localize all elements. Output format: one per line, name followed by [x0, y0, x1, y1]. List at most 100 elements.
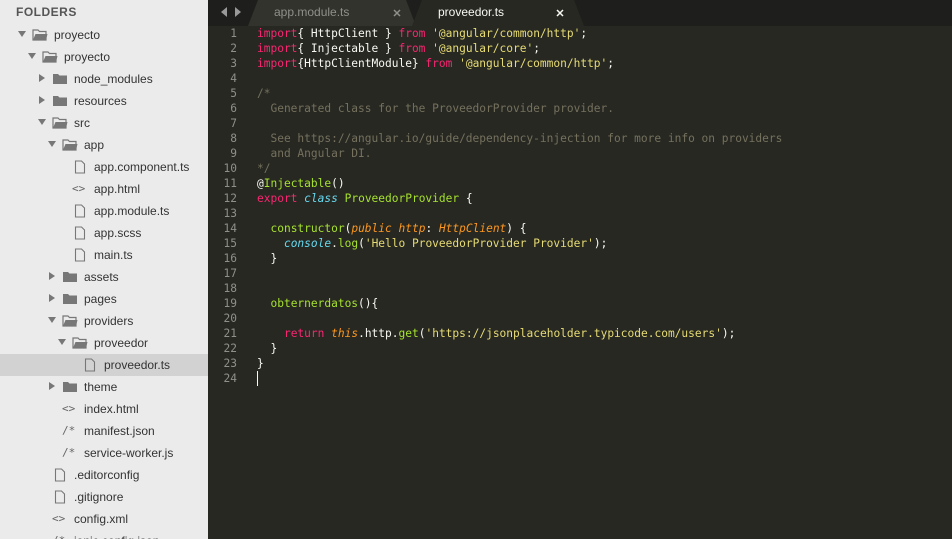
chevron-down-icon[interactable]	[18, 30, 26, 38]
code-line[interactable]: }	[257, 252, 277, 265]
line-number: 15	[223, 237, 237, 250]
chevron-down-icon[interactable]	[48, 316, 56, 324]
code-token: http	[398, 222, 426, 235]
tree-item-label: proyecto	[54, 28, 101, 42]
folders-header: FOLDERS	[16, 5, 77, 19]
code-token: {HttpClientModule}	[297, 57, 426, 70]
code-line[interactable]: @Injectable()	[257, 177, 345, 190]
code-line[interactable]: }	[257, 357, 264, 370]
folder-item[interactable]: node_modules	[0, 68, 208, 90]
code-token: export	[257, 192, 298, 205]
file-item[interactable]: .editorconfig	[0, 464, 208, 486]
code-line[interactable]: */	[257, 162, 270, 175]
file-item[interactable]: <> index.html	[0, 398, 208, 420]
chevron-down-icon[interactable]	[38, 118, 46, 126]
code-token: .	[331, 237, 338, 250]
folder-item[interactable]: proyecto	[0, 24, 208, 46]
folder-item[interactable]: proyecto	[0, 46, 208, 68]
code-line[interactable]: constructor(public http: HttpClient) {	[257, 222, 526, 235]
file-item[interactable]: <> app.html	[0, 178, 208, 200]
chevron-right-icon[interactable]	[48, 382, 56, 390]
line-number: 10	[223, 162, 237, 175]
file-item[interactable]: <> config.xml	[0, 508, 208, 530]
line-number: 6	[230, 102, 237, 115]
code-line[interactable]: /*	[257, 87, 270, 100]
chevron-right-icon[interactable]	[48, 294, 56, 302]
tree-item-label: node_modules	[74, 72, 153, 86]
tab-proveedor[interactable]: proveedor.ts	[412, 0, 584, 26]
code-token: (	[358, 237, 365, 250]
code-token: from	[398, 27, 426, 40]
close-icon[interactable]	[555, 8, 565, 18]
folder-item[interactable]: src	[0, 112, 208, 134]
folder-item[interactable]: theme	[0, 376, 208, 398]
file-item[interactable]: /* manifest.json	[0, 420, 208, 442]
code-token: class	[304, 192, 338, 205]
code-token: '@angular/common/http'	[452, 57, 608, 70]
code-editor[interactable]: 1 2 3 4 5 6 7 8 9 10 11 12 13 14 15 16 17 18 19 20 21 22 23 24 …	[208, 26, 952, 539]
file-item[interactable]: app.component.ts	[0, 156, 208, 178]
tree-item-label: app.module.ts	[94, 204, 170, 218]
tree-item-label: assets	[84, 270, 119, 284]
code-token: ;	[580, 27, 588, 40]
file-item[interactable]: /* ionic.config.json	[0, 530, 208, 539]
code-line[interactable]: See https://angular.io/guide/dependency-…	[257, 132, 782, 145]
folder-item[interactable]: resources	[0, 90, 208, 112]
code-token: ;	[533, 42, 540, 55]
chevron-down-icon[interactable]	[58, 338, 66, 346]
text-cursor	[257, 371, 258, 386]
close-icon[interactable]	[392, 8, 402, 18]
line-number: 17	[223, 267, 237, 280]
file-item[interactable]: .gitignore	[0, 486, 208, 508]
folder-item[interactable]: providers	[0, 310, 208, 332]
code-line[interactable]: import{ HttpClient } from '@angular/comm…	[257, 27, 587, 40]
line-number: 12	[223, 192, 237, 205]
code-line[interactable]: }	[257, 342, 277, 355]
file-item[interactable]: main.ts	[0, 244, 208, 266]
line-number: 14	[223, 222, 237, 235]
code-line[interactable]: console.log('Hello ProveedorProvider Pro…	[257, 237, 607, 250]
code-token: console	[283, 237, 332, 250]
chevron-down-icon[interactable]	[28, 52, 36, 60]
code-line[interactable]: return this.http.get('https://jsonplaceh…	[257, 327, 735, 340]
code-line[interactable]: export class ProveedorProvider {	[257, 192, 473, 205]
tree-item-label: app	[84, 138, 105, 152]
code-file-icon: <>	[52, 512, 66, 525]
folder-item[interactable]: proveedor	[0, 332, 208, 354]
code-line[interactable]: Generated class for the ProveedorProvide…	[257, 102, 614, 115]
line-number: 1	[230, 27, 237, 40]
chevron-right-icon[interactable]	[38, 74, 46, 82]
chevron-right-icon[interactable]	[38, 96, 46, 104]
line-number: 20	[223, 312, 237, 325]
file-item[interactable]: /* service-worker.js	[0, 442, 208, 464]
folder-icon	[63, 294, 77, 304]
code-token: :	[425, 222, 439, 235]
code-line[interactable]: import{HttpClientModule} from '@angular/…	[257, 57, 614, 70]
folder-item[interactable]: pages	[0, 288, 208, 310]
file-item[interactable]: app.module.ts	[0, 200, 208, 222]
code-token: and Angular DI.	[257, 147, 372, 160]
file-item[interactable]: proveedor.ts	[0, 354, 208, 376]
folder-open-icon	[72, 337, 88, 349]
tab-nav-arrows[interactable]	[218, 4, 246, 20]
folder-item[interactable]: assets	[0, 266, 208, 288]
code-token: );	[721, 327, 736, 340]
line-number: 18	[223, 282, 237, 295]
chevron-right-icon[interactable]	[48, 272, 56, 280]
chevron-down-icon[interactable]	[48, 140, 56, 148]
code-token: ()	[331, 177, 345, 190]
line-number: 13	[223, 207, 237, 220]
code-token: from	[425, 57, 453, 70]
code-line[interactable]: and Angular DI.	[257, 147, 372, 160]
tab-bar: app.module.ts proveedor.ts	[208, 0, 952, 26]
code-line[interactable]: obternerdatos(){	[257, 297, 378, 310]
tab-app-module[interactable]: app.module.ts	[248, 0, 416, 26]
line-number: 9	[230, 147, 237, 160]
code-line[interactable]: import{ Injectable } from '@angular/core…	[257, 42, 540, 55]
file-icon	[54, 468, 66, 482]
folder-item[interactable]: app	[0, 134, 208, 156]
code-token: }	[257, 357, 264, 370]
file-item[interactable]: app.scss	[0, 222, 208, 244]
code-token: Injectable	[263, 177, 332, 190]
